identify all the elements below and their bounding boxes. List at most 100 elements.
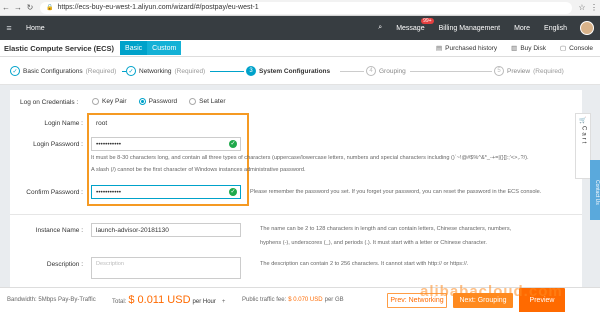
traffic-fee: Public traffic fee: $ 0.070 USD per GB: [242, 297, 387, 303]
nav-home[interactable]: Home: [18, 25, 53, 32]
check-icon: ✓: [10, 66, 20, 76]
radio-label: Key Pair: [102, 98, 127, 105]
check-icon: ✓: [126, 66, 136, 76]
page-title-bar: Elastic Compute Service (ECS) Basic Cust…: [0, 40, 600, 57]
forward-icon[interactable]: →: [12, 3, 24, 12]
total-price-value: $ 0.011 USD: [128, 294, 191, 306]
check-icon: ✓: [229, 140, 237, 148]
logon-credentials-options: Key Pair Password Set Later: [92, 98, 238, 105]
top-navigation: ≡ Home ⌕ Message 99+ Billing Management …: [0, 16, 600, 40]
step-required: (Required): [533, 67, 564, 75]
search-icon[interactable]: ⌕: [371, 24, 389, 32]
instance-name-input[interactable]: launch-advisor-20181130: [91, 223, 241, 237]
radio-label: Password: [148, 98, 178, 105]
step-grouping[interactable]: 4 Grouping: [366, 66, 406, 76]
description-label: Description :: [46, 261, 83, 268]
bandwidth-info: Bandwidth: 5Mbps Pay-By-Traffic: [7, 297, 96, 303]
radio-password[interactable]: Password: [138, 98, 178, 105]
step-label: Networking: [139, 67, 172, 75]
login-name-value: root: [91, 116, 241, 130]
login-password-input[interactable]: ••••••••••• ✓: [91, 137, 241, 151]
logon-credentials-label: Log on Credentials :: [20, 99, 79, 106]
instance-name-hint: The name can be 2 to 128 characters in l…: [260, 225, 570, 248]
total-price-unit: per Hour: [192, 299, 216, 305]
browser-toolbar: ← → ↻ 🔒 https://ecs-buy-eu-west-1.aliyun…: [0, 0, 600, 16]
buy-disk-link[interactable]: ▥ Buy Disk: [504, 44, 553, 53]
menu-icon[interactable]: ≡: [0, 23, 18, 33]
nav-message[interactable]: Message 99+: [389, 17, 434, 32]
confirm-password-input[interactable]: ••••••••••• ✓: [91, 185, 241, 199]
contact-us-tab[interactable]: Contact Us: [590, 160, 600, 220]
login-password-text: •••••••••••: [96, 140, 122, 148]
nav-message-label: Message: [396, 24, 425, 32]
star-icon[interactable]: ☆: [576, 3, 588, 12]
cart-icon: 🛒: [579, 118, 587, 124]
step-label: Grouping: [379, 67, 406, 75]
step-preview[interactable]: 5 Preview (Required): [494, 66, 564, 76]
cart-label: Cart: [580, 126, 587, 146]
step-label: Preview: [507, 67, 531, 75]
step-networking[interactable]: ✓ Networking (Required): [126, 66, 205, 76]
info-icon[interactable]: +: [222, 299, 226, 305]
radio-dot: [138, 98, 146, 105]
nav-billing[interactable]: Billing Management: [432, 25, 507, 32]
radio-dot: [92, 98, 99, 105]
instance-hint-line: hyphens (-), underscores (_), and period…: [260, 240, 487, 246]
description-placeholder: Description: [96, 261, 124, 267]
instance-name-label: Instance Name :: [35, 227, 83, 234]
confirm-password-hint: Please remember the password you set. If…: [250, 189, 542, 195]
description-hint: The description can contain 2 to 256 cha…: [260, 261, 469, 267]
password-hint-line: A slash (/) cannot be the first characte…: [91, 167, 306, 173]
document-icon: ▤: [435, 45, 443, 52]
traffic-price-value: $ 0.070 USD: [288, 297, 323, 303]
login-name-text: root: [96, 119, 108, 127]
avatar[interactable]: [580, 21, 594, 35]
address-bar[interactable]: 🔒 https://ecs-buy-eu-west-1.aliyun.com/w…: [40, 1, 572, 14]
description-textarea[interactable]: Description: [91, 257, 241, 279]
radio-set-later[interactable]: Set Later: [189, 98, 226, 105]
section-divider: [10, 214, 582, 215]
watermark: alibabacloud.com: [420, 283, 563, 300]
tab-custom[interactable]: Custom: [147, 41, 182, 55]
confirm-password-label: Confirm Password :: [26, 189, 83, 196]
login-password-label: Login Password :: [33, 141, 83, 148]
step-required: (Required): [85, 67, 117, 75]
cart-widget[interactable]: 🛒 Cart: [575, 113, 591, 179]
total-price: Total: $ 0.011 USD per Hour +: [112, 294, 242, 306]
tab-basic[interactable]: Basic: [120, 41, 148, 55]
step-required: (Required): [174, 67, 206, 75]
step-connector: [410, 71, 492, 72]
nav-more[interactable]: More: [507, 25, 537, 32]
step-number: 4: [366, 66, 376, 76]
back-icon[interactable]: ←: [0, 3, 12, 12]
url-text: https://ecs-buy-eu-west-1.aliyun.com/wiz…: [57, 4, 259, 11]
console-icon: ▢: [559, 45, 567, 52]
browser-menu-icon[interactable]: ⋮: [588, 3, 600, 12]
wizard-steps: ✓ Basic Configurations (Required) ✓ Netw…: [0, 57, 600, 85]
step-connector: [210, 71, 244, 72]
reload-icon[interactable]: ↻: [24, 3, 36, 12]
total-label: Total:: [112, 299, 127, 305]
system-configurations-form: Log on Credentials : Key Pair Password S…: [10, 90, 582, 310]
password-hint: It must be 8-30 characters long, and con…: [91, 154, 581, 175]
disk-icon: ▥: [511, 45, 518, 52]
step-number: 5: [494, 66, 504, 76]
instance-hint-line: The name can be 2 to 128 characters in l…: [260, 226, 512, 232]
page-title: Elastic Compute Service (ECS): [4, 43, 115, 53]
console-label: Console: [569, 44, 593, 52]
radio-key-pair[interactable]: Key Pair: [92, 98, 127, 105]
nav-language[interactable]: English: [537, 25, 574, 32]
check-icon: ✓: [229, 188, 237, 196]
purchased-history-link[interactable]: ▤ Purchased history: [429, 44, 504, 53]
buy-disk-label: Buy Disk: [520, 44, 546, 52]
purchased-history-label: Purchased history: [445, 44, 498, 52]
step-label: System Configurations: [259, 67, 331, 75]
step-system-configurations[interactable]: 3 System Configurations: [246, 66, 330, 76]
message-badge: 99+: [421, 17, 434, 24]
traffic-label: Public traffic fee:: [242, 297, 287, 303]
lock-icon: 🔒: [46, 5, 54, 11]
step-basic-configurations[interactable]: ✓ Basic Configurations (Required): [10, 66, 116, 76]
step-label: Basic Configurations: [23, 67, 83, 75]
instance-name-text: launch-advisor-20181130: [96, 226, 169, 234]
console-link[interactable]: ▢ Console: [553, 44, 600, 53]
